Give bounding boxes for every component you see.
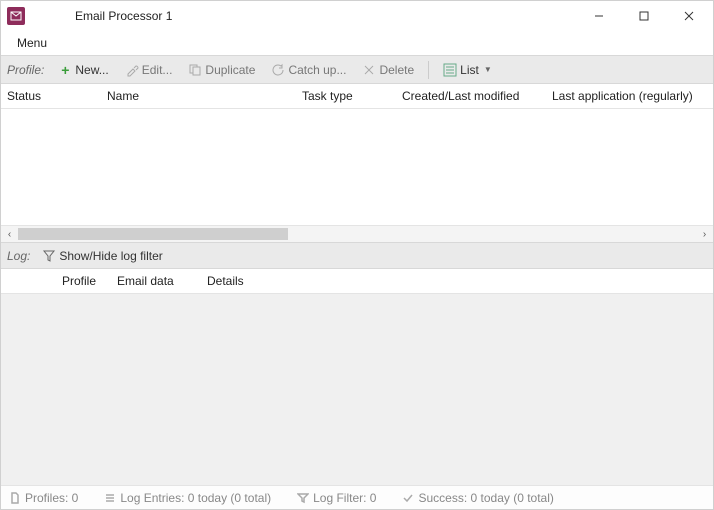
- view-mode-button[interactable]: List ▼: [437, 61, 498, 79]
- filter-icon: [42, 249, 56, 263]
- col-status[interactable]: Status: [1, 85, 101, 107]
- catchup-button[interactable]: Catch up...: [265, 61, 352, 79]
- scroll-track[interactable]: [18, 228, 696, 240]
- chevron-down-icon: ▼: [484, 65, 492, 74]
- filter-icon: [297, 492, 309, 504]
- col-log-emaildata[interactable]: Email data: [111, 270, 201, 292]
- maximize-button[interactable]: [621, 2, 666, 30]
- col-tasktype[interactable]: Task type: [296, 85, 396, 107]
- profile-grid-body[interactable]: [1, 109, 713, 225]
- list-icon: [104, 492, 116, 504]
- delete-button[interactable]: Delete: [356, 61, 420, 79]
- profile-hscrollbar[interactable]: ‹ ›: [1, 225, 713, 242]
- scroll-thumb[interactable]: [18, 228, 288, 240]
- plus-icon: +: [58, 63, 72, 77]
- profile-grid: Status Name Task type Created/Last modif…: [1, 84, 713, 242]
- status-success: Success: 0 today (0 total): [402, 491, 553, 505]
- toggle-log-filter-button[interactable]: Show/Hide log filter: [36, 247, 168, 265]
- log-area-filler: [1, 412, 713, 485]
- minimize-button[interactable]: [576, 2, 621, 30]
- scroll-left-arrow[interactable]: ‹: [1, 229, 18, 240]
- col-created[interactable]: Created/Last modified: [396, 85, 546, 107]
- profile-toolbar: Profile: + New... Edit... Duplicate Catc…: [1, 55, 713, 84]
- col-name[interactable]: Name: [101, 85, 296, 107]
- col-log-blank[interactable]: [1, 277, 56, 285]
- window-title: Email Processor 1: [75, 9, 172, 23]
- wrench-icon: [125, 63, 139, 77]
- col-lastapp[interactable]: Last application (regularly): [546, 85, 713, 107]
- edit-button[interactable]: Edit...: [119, 61, 179, 79]
- log-toolbar-label: Log:: [7, 249, 30, 263]
- close-button[interactable]: [666, 2, 711, 30]
- col-log-details[interactable]: Details: [201, 270, 713, 292]
- new-button-label: New...: [75, 63, 108, 77]
- duplicate-button[interactable]: Duplicate: [182, 61, 261, 79]
- check-icon: [402, 492, 414, 504]
- duplicate-button-label: Duplicate: [205, 63, 255, 77]
- list-icon: [443, 63, 457, 77]
- status-log-entries: Log Entries: 0 today (0 total): [104, 491, 271, 505]
- document-icon: [9, 492, 21, 504]
- status-log-filter: Log Filter: 0: [297, 491, 376, 505]
- delete-button-label: Delete: [379, 63, 414, 77]
- window-controls: [576, 2, 711, 30]
- status-log-filter-text: Log Filter: 0: [313, 491, 376, 505]
- status-profiles-text: Profiles: 0: [25, 491, 78, 505]
- copy-icon: [188, 63, 202, 77]
- toolbar-separator: [428, 61, 429, 79]
- statusbar: Profiles: 0 Log Entries: 0 today (0 tota…: [1, 485, 713, 509]
- status-success-text: Success: 0 today (0 total): [418, 491, 553, 505]
- refresh-icon: [271, 63, 285, 77]
- menu-item-menu[interactable]: Menu: [11, 34, 53, 52]
- catchup-button-label: Catch up...: [288, 63, 346, 77]
- scroll-right-arrow[interactable]: ›: [696, 229, 713, 240]
- log-grid-body[interactable]: [1, 294, 713, 412]
- log-grid-header: Profile Email data Details: [1, 269, 713, 294]
- edit-button-label: Edit...: [142, 63, 173, 77]
- profile-toolbar-label: Profile:: [7, 63, 44, 77]
- col-log-profile[interactable]: Profile: [56, 270, 111, 292]
- app-icon: [7, 7, 25, 25]
- log-toolbar: Log: Show/Hide log filter: [1, 242, 713, 269]
- status-profiles: Profiles: 0: [9, 491, 78, 505]
- profile-grid-header: Status Name Task type Created/Last modif…: [1, 84, 713, 109]
- view-mode-label: List: [460, 63, 479, 77]
- log-grid: Profile Email data Details: [1, 269, 713, 412]
- new-button[interactable]: + New...: [52, 61, 114, 79]
- toggle-log-filter-label: Show/Hide log filter: [59, 249, 162, 263]
- delete-icon: [362, 63, 376, 77]
- menubar: Menu: [1, 31, 713, 55]
- status-log-entries-text: Log Entries: 0 today (0 total): [120, 491, 271, 505]
- titlebar: Email Processor 1: [1, 1, 713, 31]
